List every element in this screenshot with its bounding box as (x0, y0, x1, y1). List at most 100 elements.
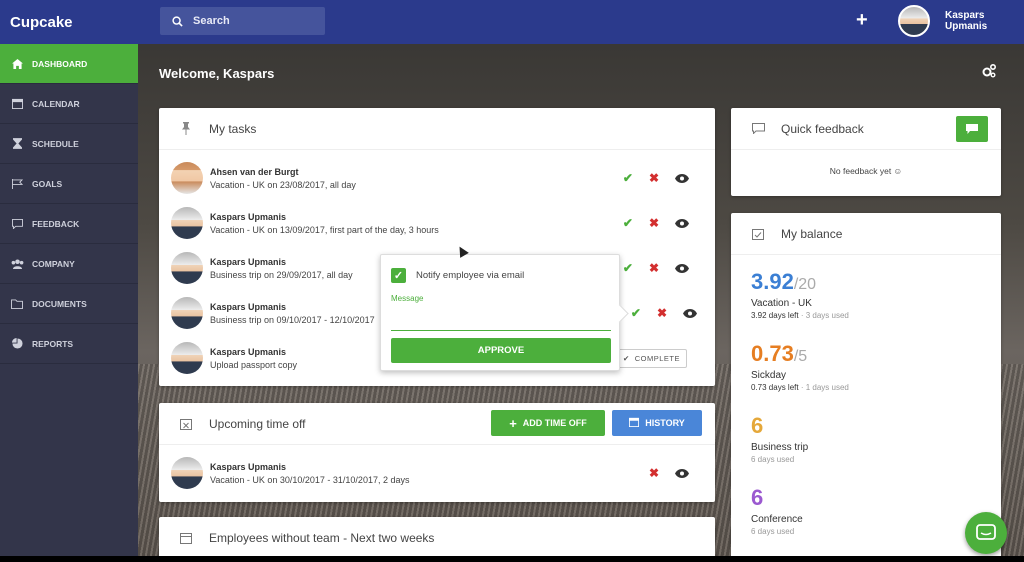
calendar-x-icon (179, 418, 193, 430)
comment-icon (10, 218, 24, 229)
task-person: Kaspars Upmanis (210, 346, 287, 357)
sidebar-item-label: DOCUMENTS (32, 298, 87, 309)
sidebar-item-documents[interactable]: DOCUMENTS (0, 284, 138, 324)
avatar (171, 162, 203, 194)
time-off-row: Kaspars Upmanis Vacation - UK on 30/10/2… (171, 451, 701, 495)
task-person: Kaspars Upmanis (210, 301, 287, 312)
avatar (171, 207, 203, 239)
empty-feedback-text: No feedback yet ☺ (829, 166, 903, 176)
check-icon: ✔ (622, 353, 630, 363)
approve-button[interactable]: APPROVE (391, 338, 611, 363)
balance-value: 6 (751, 413, 764, 438)
main-content: Welcome, Kaspars My tasks Ahsen van der … (138, 44, 1024, 556)
approve-icon[interactable]: ✔ (623, 171, 633, 185)
task-description: Business trip on 09/10/2017 - 12/10/2017 (210, 314, 375, 325)
balance-days-left: 0.73 days left (751, 383, 799, 392)
reject-icon[interactable]: ✖ (649, 171, 659, 185)
add-icon[interactable]: + (856, 10, 868, 30)
sidebar-item-label: SCHEDULE (32, 138, 79, 149)
balance-value: 3.92 (751, 269, 794, 294)
view-icon[interactable] (683, 308, 697, 318)
avatar (171, 457, 203, 489)
message-input[interactable] (391, 309, 611, 331)
user-menu[interactable]: Kaspars Upmanis (898, 5, 1024, 37)
complete-button[interactable]: ✔ COMPLETE (615, 348, 687, 368)
sidebar-item-company[interactable]: COMPANY (0, 244, 138, 284)
approve-popup: ✓ Notify employee via email Message APPR… (380, 254, 620, 371)
approve-icon[interactable]: ✔ (623, 261, 633, 275)
avatar (171, 297, 203, 329)
approve-icon[interactable]: ✔ (631, 306, 641, 320)
send-feedback-button[interactable] (956, 116, 988, 142)
sidebar-item-goals[interactable]: GOALS (0, 164, 138, 204)
employees-without-team-card: Employees without team - Next two weeks (159, 517, 715, 556)
calendar-icon (629, 417, 640, 429)
top-bar: Cupcake Search + Kaspars Upmanis (0, 0, 1024, 44)
notify-label: Notify employee via email (416, 270, 525, 281)
view-icon[interactable] (675, 173, 689, 183)
home-icon (10, 58, 24, 69)
quick-feedback-card: Quick feedback No feedback yet ☺ (731, 108, 1001, 196)
balance-label: Business trip (751, 442, 809, 453)
task-person: Ahsen van der Burgt (210, 166, 299, 177)
search-box[interactable]: Search (160, 7, 325, 35)
calendar-icon (10, 98, 24, 109)
balance-days-used: · 3 days used (798, 311, 849, 320)
task-person: Kaspars Upmanis (210, 461, 287, 472)
search-placeholder: Search (193, 15, 230, 27)
sidebar-item-calendar[interactable]: CALENDAR (0, 84, 138, 124)
view-icon[interactable] (675, 218, 689, 228)
task-description: Vacation - UK on 30/10/2017 - 31/10/2017… (210, 474, 410, 485)
reject-icon[interactable]: ✖ (649, 466, 659, 480)
task-row: Ahsen van der Burgt Vacation - UK on 23/… (171, 156, 701, 200)
card-header: My tasks (159, 108, 715, 150)
chat-bubble-icon (976, 524, 996, 540)
view-icon[interactable] (675, 263, 689, 273)
screen-edge (0, 556, 1024, 562)
balance-item: 0.73/5 Sickday 0.73 days left · 1 days u… (751, 341, 849, 392)
balance-item: 3.92/20 Vacation - UK 3.92 days left · 3… (751, 269, 849, 320)
checkbox-checked-icon: ✓ (391, 268, 406, 283)
sidebar-item-label: DASHBOARD (32, 58, 88, 69)
sidebar-item-feedback[interactable]: FEEDBACK (0, 204, 138, 244)
task-person: Kaspars Upmanis (210, 256, 287, 267)
notify-checkbox[interactable]: ✓ Notify employee via email (391, 268, 524, 283)
complete-label: COMPLETE (634, 353, 680, 363)
sidebar-item-reports[interactable]: REPORTS (0, 324, 138, 364)
button-label: ADD TIME OFF (522, 418, 587, 428)
balance-days-used: 6 days used (751, 455, 795, 464)
folder-icon (10, 298, 24, 309)
sidebar-item-label: REPORTS (32, 338, 74, 349)
button-label: HISTORY (645, 418, 685, 428)
approve-icon[interactable]: ✔ (623, 216, 633, 230)
avatar (171, 252, 203, 284)
task-description: Upload passport copy (210, 359, 298, 370)
users-icon (10, 258, 24, 269)
sidebar: DASHBOARD CALENDAR SCHEDULE GOALS FEEDBA… (0, 44, 138, 556)
view-icon[interactable] (675, 468, 689, 478)
my-tasks-card: My tasks Ahsen van der Burgt Vacation - … (159, 108, 715, 386)
reject-icon[interactable]: ✖ (649, 216, 659, 230)
comment-icon (751, 123, 765, 134)
calendar-icon (179, 532, 193, 544)
chat-launcher-button[interactable] (965, 512, 1007, 554)
avatar (898, 5, 930, 37)
brand-logo[interactable]: Cupcake (0, 14, 138, 31)
my-balance-card: My balance 3.92/20 Vacation - UK 3.92 da… (731, 213, 1001, 556)
task-row: Kaspars Upmanis Vacation - UK on 13/09/2… (171, 201, 701, 245)
sidebar-item-label: CALENDAR (32, 98, 80, 109)
add-time-off-button[interactable]: + ADD TIME OFF (491, 410, 605, 436)
calendar-check-icon (751, 228, 765, 240)
card-title: Upcoming time off (209, 416, 306, 431)
balance-label: Vacation - UK (751, 298, 812, 309)
reject-icon[interactable]: ✖ (657, 306, 667, 320)
card-title: My tasks (209, 121, 257, 136)
card-title: Quick feedback (781, 121, 864, 136)
sidebar-item-dashboard[interactable]: DASHBOARD (0, 44, 138, 84)
reject-icon[interactable]: ✖ (649, 261, 659, 275)
avatar (171, 342, 203, 374)
settings-icon[interactable] (981, 63, 997, 84)
history-button[interactable]: HISTORY (612, 410, 702, 436)
card-title: My balance (781, 226, 843, 241)
sidebar-item-schedule[interactable]: SCHEDULE (0, 124, 138, 164)
